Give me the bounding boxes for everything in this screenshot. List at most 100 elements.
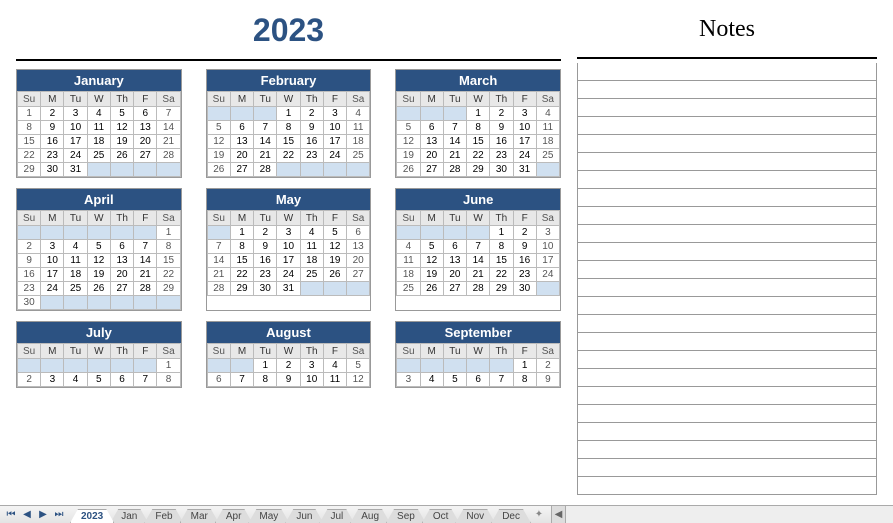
day-cell: 2 [277, 359, 300, 373]
day-cell: 11 [64, 254, 87, 268]
day-cell [420, 107, 443, 121]
weekday-header: M [41, 92, 64, 107]
scroll-left-icon[interactable]: ◀ [552, 506, 566, 523]
sheet-tab-aug[interactable]: Aug [350, 509, 390, 523]
note-line[interactable] [578, 117, 876, 135]
sheet-tab-sep[interactable]: Sep [386, 509, 426, 523]
note-line[interactable] [578, 135, 876, 153]
day-cell: 26 [397, 163, 420, 177]
tab-prev-icon[interactable]: ◀ [20, 508, 34, 522]
day-cell: 18 [300, 254, 323, 268]
note-line[interactable] [578, 441, 876, 459]
weekday-header: Tu [443, 92, 466, 107]
sheet-tab-2023[interactable]: 2023 [70, 509, 114, 523]
sheet-tab-feb[interactable]: Feb [144, 509, 183, 523]
sheet-tab-oct[interactable]: Oct [422, 509, 460, 523]
weekday-header: Su [207, 344, 230, 359]
horizontal-scrollbar[interactable]: ◀ [551, 506, 893, 523]
note-line[interactable] [578, 297, 876, 315]
weekday-header: M [230, 344, 253, 359]
day-cell: 2 [513, 226, 536, 240]
sheet-tab-dec[interactable]: Dec [491, 509, 531, 523]
month-title: February [207, 70, 371, 91]
day-cell: 21 [157, 135, 180, 149]
day-cell [323, 282, 346, 296]
note-line[interactable] [578, 171, 876, 189]
day-cell: 25 [64, 282, 87, 296]
day-cell [300, 282, 323, 296]
tab-next-icon[interactable]: ▶ [36, 508, 50, 522]
weekday-header: Tu [443, 211, 466, 226]
note-line[interactable] [578, 81, 876, 99]
day-cell: 4 [536, 107, 559, 121]
day-cell: 12 [397, 135, 420, 149]
day-cell: 29 [230, 282, 253, 296]
day-cell [230, 107, 253, 121]
sheet-tab-jan[interactable]: Jan [110, 509, 148, 523]
note-line[interactable] [578, 351, 876, 369]
day-cell: 17 [536, 254, 559, 268]
note-line[interactable] [578, 279, 876, 297]
sheet-tab-may[interactable]: May [248, 509, 289, 523]
note-line[interactable] [578, 477, 876, 495]
note-line[interactable] [578, 243, 876, 261]
note-line[interactable] [578, 369, 876, 387]
note-line[interactable] [578, 63, 876, 81]
month-may: MaySuMTuWThFSa12345678910111213141516171… [206, 188, 372, 311]
tab-first-icon[interactable]: ⏮ [4, 508, 18, 522]
note-line[interactable] [578, 333, 876, 351]
day-cell: 4 [300, 226, 323, 240]
weekday-header: M [41, 211, 64, 226]
day-cell: 7 [207, 240, 230, 254]
day-cell: 17 [64, 135, 87, 149]
sheet-tab-jul[interactable]: Jul [319, 509, 354, 523]
day-cell: 15 [18, 135, 41, 149]
note-line[interactable] [578, 207, 876, 225]
day-cell: 2 [18, 373, 41, 387]
note-line[interactable] [578, 387, 876, 405]
day-cell: 27 [134, 149, 157, 163]
note-line[interactable] [578, 423, 876, 441]
day-cell: 3 [323, 107, 346, 121]
day-cell: 9 [513, 240, 536, 254]
month-february: FebruarySuMTuWThFSa123456789101112131415… [206, 69, 372, 178]
day-cell [41, 296, 64, 310]
day-cell: 27 [230, 163, 253, 177]
day-cell: 10 [64, 121, 87, 135]
day-cell [490, 359, 513, 373]
sheet-tab-jun[interactable]: Jun [285, 509, 323, 523]
day-cell: 6 [110, 373, 133, 387]
note-line[interactable] [578, 225, 876, 243]
notes-area: Notes [577, 8, 877, 495]
tab-last-icon[interactable]: ⏭ [52, 508, 66, 522]
note-line[interactable] [578, 315, 876, 333]
note-line[interactable] [578, 189, 876, 207]
day-cell: 12 [110, 121, 133, 135]
day-cell [420, 359, 443, 373]
weekday-header: Tu [64, 344, 87, 359]
note-line[interactable] [578, 153, 876, 171]
month-title: September [396, 322, 560, 343]
sheet-tab-apr[interactable]: Apr [215, 509, 253, 523]
sheet-tab-mar[interactable]: Mar [180, 509, 219, 523]
day-cell: 10 [277, 240, 300, 254]
day-cell: 3 [300, 359, 323, 373]
day-cell [134, 296, 157, 310]
day-cell: 11 [536, 121, 559, 135]
day-cell [41, 226, 64, 240]
sheet-tab-nov[interactable]: Nov [455, 509, 495, 523]
day-cell: 2 [536, 359, 559, 373]
day-cell: 16 [18, 268, 41, 282]
new-sheet-icon[interactable]: ✦ [531, 508, 547, 522]
day-cell [347, 163, 370, 177]
note-line[interactable] [578, 459, 876, 477]
day-cell [41, 359, 64, 373]
weekday-header: Su [397, 92, 420, 107]
day-cell: 1 [157, 226, 180, 240]
day-cell: 6 [134, 107, 157, 121]
note-line[interactable] [578, 261, 876, 279]
day-cell: 20 [443, 268, 466, 282]
note-line[interactable] [578, 99, 876, 117]
day-cell: 31 [64, 163, 87, 177]
note-line[interactable] [578, 405, 876, 423]
